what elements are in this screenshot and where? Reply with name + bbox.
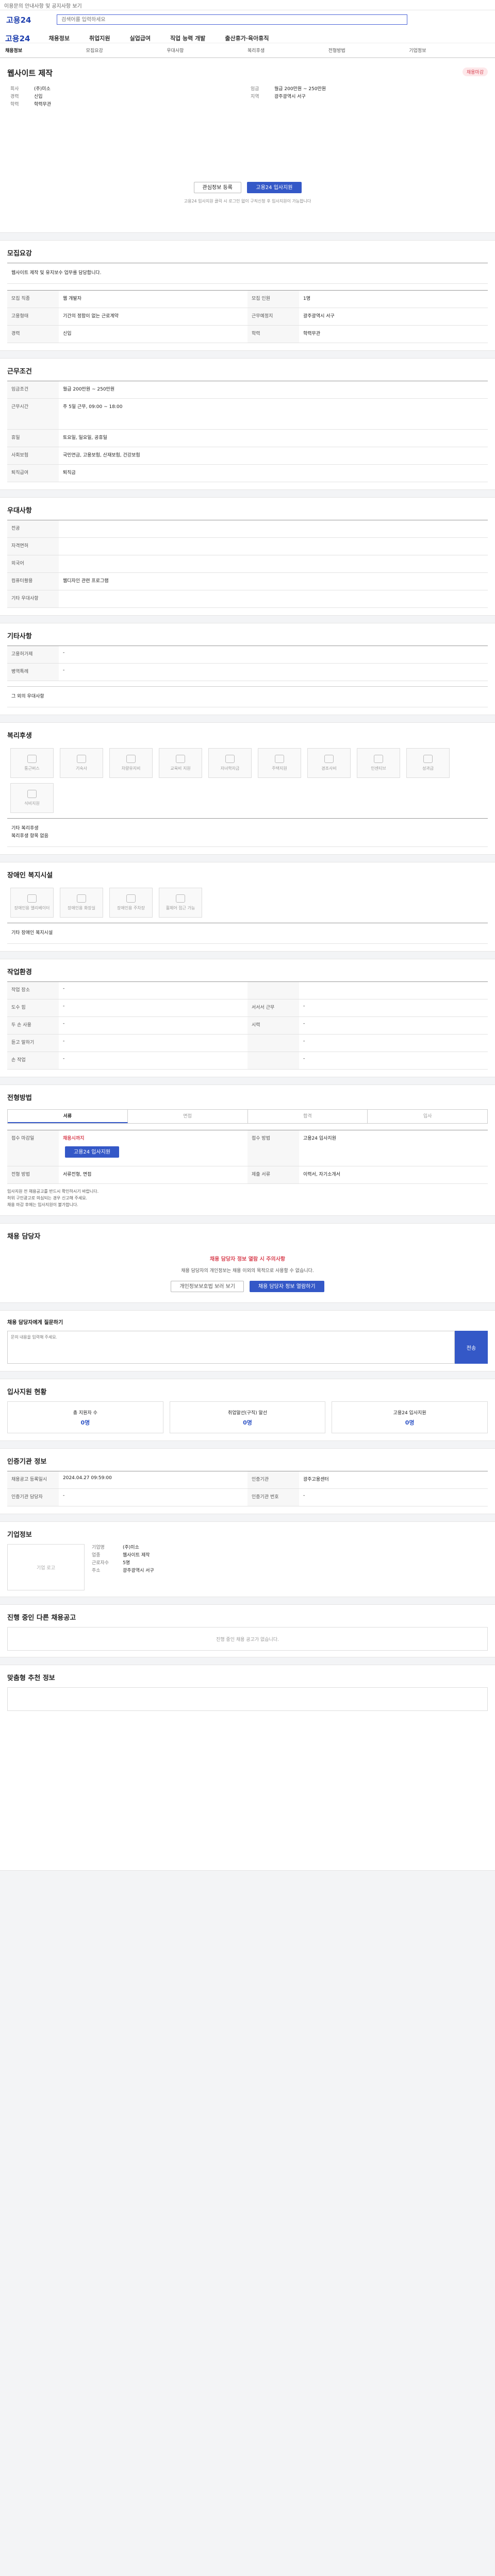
comments-section: 채용 담당자에게 질문하기 전송 — [0, 1310, 495, 1371]
nav-item-vocational-training[interactable]: 직업 능력 개발 — [170, 34, 205, 42]
car-icon: 차량유지비 — [109, 748, 153, 778]
search-input[interactable] — [57, 15, 407, 24]
job-title: 웹사이트 제작 — [7, 69, 53, 78]
parking-icon: 장애인용 주차장 — [109, 888, 153, 918]
location: 광주광역시 서구 — [274, 94, 306, 99]
nav-item-parental-leave[interactable]: 출산휴가·육아휴직 — [225, 34, 269, 42]
job-description: 웹사이트 제작 및 유지보수 업무를 담당합니다. — [7, 263, 488, 284]
education: 학력무관 — [34, 102, 52, 107]
meal-icon: 식비지원 — [10, 783, 54, 813]
tab-job-info[interactable]: 채용정보 — [5, 47, 86, 54]
disabled-section: 장애인 복지시설 장애인용 엘리베이터 장애인용 화장실 장애인용 주차장 휠체… — [0, 862, 495, 952]
process-steps: 서류 면접 합격 입사 — [7, 1109, 488, 1124]
status-badge: 채용마감 — [462, 67, 488, 76]
tab-preference[interactable]: 우대사항 — [167, 47, 248, 54]
process-apply-button[interactable]: 고용24 입사지원 — [65, 1146, 120, 1158]
welfare-extra: 기타 복리후생 복리후생 항목 없음 — [7, 818, 488, 847]
env-section: 작업환경 작업 장소 - 도수 힘 - 서서서 근무 - 두 손 사용 - 시력 - 듣고 말… — [0, 959, 495, 1077]
job-summary: 웹사이트 제작 채용마감 회사 (주)미소 경력 신입 학력 학력무관 임금 월급 20… — [0, 58, 495, 233]
section-title: 채용 담당자 — [7, 1233, 41, 1241]
section-title: 복리후생 — [7, 732, 32, 740]
recruit-table: 모집 직종 웹 개발자 모집 인원 1명 고용형태 기간의 정함이 없는 근로계약 근무예… — [7, 290, 488, 343]
similar-section: 맞춤형 추천 정보 — [0, 1665, 495, 1871]
nav-logo[interactable]: 고용24 — [5, 33, 30, 44]
education-icon: 교육비 지원 — [159, 748, 202, 778]
site-logo[interactable]: 고용24 — [6, 14, 31, 25]
contact-warning: 채용 담당자 정보 열람 시 주의사항 — [209, 1257, 286, 1262]
section-title: 맞춤형 추천 정보 — [7, 1674, 55, 1682]
salary: 월급 200만원 ~ 250만원 — [274, 87, 326, 92]
step-interview: 면접 — [128, 1110, 248, 1123]
etc-section: 기타사항 고용허가제 - 병역특례 - 그 외의 우대사항 — [0, 623, 495, 715]
contact-section: 채용 담당자 채용 담당자 정보 열람 시 주의사항 채용 담당자의 개인정보는… — [0, 1223, 495, 1303]
section-title: 채용 담당자에게 질문하기 — [7, 1320, 63, 1326]
top-notice-bar: 이용문의 안내사항 및 공지사항 보기 — [0, 0, 495, 10]
view-contact-button[interactable]: 채용 담당자 정보 열람하기 — [249, 1281, 324, 1292]
top-notice-text[interactable]: 이용문의 안내사항 및 공지사항 보기 — [4, 4, 82, 9]
other-jobs-section: 진행 중인 다른 채용공고 진행 중인 채용 공고가 없습니다. — [0, 1604, 495, 1657]
apply-note: 고용24 입사지원 클릭 시 로그인 없이 구직신청 후 입사지원이 가능합니다 — [184, 199, 311, 204]
section-tabs: 채용정보 모집요강 우대사항 복리후생 전형방법 기업정보 — [0, 43, 495, 58]
job-actions: 관심정보 등록 고용24 입사지원 고용24 입사지원 클릭 시 로그인 없이 … — [0, 182, 495, 204]
section-title: 입사지원 현황 — [7, 1388, 47, 1396]
dorm-icon: 기숙사 — [60, 748, 103, 778]
section-title: 기업정보 — [7, 1531, 32, 1539]
question-input[interactable] — [7, 1331, 455, 1364]
scholarship-icon: 자녀학자금 — [208, 748, 252, 778]
section-title: 근무조건 — [7, 368, 32, 376]
search-bar — [57, 14, 407, 25]
section-title: 기타사항 — [7, 633, 32, 640]
welfare-icons: 통근버스 기숙사 차량유지비 교육비 지원 자녀학자금 주택지원 경조사비 인센… — [0, 745, 495, 818]
tab-welfare[interactable]: 복리후생 — [248, 47, 328, 54]
toilet-icon: 장애인용 화장실 — [60, 888, 103, 918]
nav-item-unemployment-benefit[interactable]: 실업급여 — [129, 34, 150, 42]
bookmark-button[interactable]: 관심정보 등록 — [193, 182, 241, 193]
work-section: 근무조건 임금조건 월급 200만원 ~ 250만원 근무시간 주 5일 근무, 0… — [0, 358, 495, 490]
apply-button[interactable]: 고용24 입사지원 — [247, 182, 302, 193]
section-title: 진행 중인 다른 채용공고 — [7, 1614, 76, 1622]
tab-company[interactable]: 기업정보 — [409, 47, 490, 54]
preference-section: 우대사항 전공 자격면허 외국어 컴퓨터활용 웹디자인 관련 프로그램 기타 우대… — [0, 497, 495, 616]
gift-icon: 경조사비 — [307, 748, 351, 778]
stat-online: 고용24 입사지원 0명 — [332, 1401, 488, 1433]
bus-icon: 통근버스 — [10, 748, 54, 778]
house-icon: 주택지원 — [258, 748, 301, 778]
wheelchair-icon: 휠체어 접근 가능 — [159, 888, 202, 918]
global-nav: 고용24 채용정보 취업지원 실업급여 직업 능력 개발 출산휴가·육아휴직 — [0, 33, 495, 43]
process-notes: 입사지원 전 채용공고를 반드시 확인하시기 바랍니다. 허위 구인광고로 의심… — [7, 1189, 99, 1207]
tab-recruit[interactable]: 모집요강 — [86, 47, 167, 54]
bonus-icon: 성과급 — [406, 748, 450, 778]
privacy-law-button[interactable]: 개인정보보호법 보러 보기 — [171, 1281, 244, 1292]
recruit-section: 모집요강 웹사이트 제작 및 유지보수 업무를 담당합니다. 모집 직종 웹 개발… — [0, 240, 495, 351]
stat-total: 총 지원자 수 0명 — [7, 1401, 163, 1433]
nav-item-jobs[interactable]: 채용정보 — [48, 34, 69, 42]
section-title: 우대사항 — [7, 507, 32, 515]
elevator-icon: 장애인용 엘리베이터 — [10, 888, 54, 918]
section-title: 인증기관 정보 — [7, 1458, 47, 1466]
section-title: 전형방법 — [7, 1094, 32, 1102]
tab-process[interactable]: 전형방법 — [328, 47, 409, 54]
section-title: 작업환경 — [7, 969, 32, 976]
step-pass: 합격 — [248, 1110, 368, 1123]
nav-item-employment-support[interactable]: 취업지원 — [89, 34, 110, 42]
header: 고용24 고용24 채용정보 취업지원 실업급여 직업 능력 개발 출산휴가·육… — [0, 10, 495, 43]
institution-section: 인증기관 정보 채용공고 등록일시 2024.04.27 09:59:00 인증기관… — [0, 1448, 495, 1514]
company-logo: 기업 로고 — [7, 1544, 85, 1590]
section-title: 장애인 복지시설 — [7, 872, 53, 879]
stat-referral: 취업알선(구직) 알선 0명 — [169, 1401, 326, 1433]
welfare-section: 복리후생 통근버스 기숙사 차량유지비 교육비 지원 자녀학자금 주택지원 경조… — [0, 722, 495, 855]
empty-state: 진행 중인 채용 공고가 없습니다. — [7, 1627, 488, 1651]
company-section: 기업정보 기업 로고 기업명 (주)미소 업종 웹사이트 제작 근로자수 5명 주소 광… — [0, 1521, 495, 1597]
step-documents: 서류 — [8, 1110, 128, 1123]
similar-list — [7, 1687, 488, 1711]
incentive-icon: 인센티브 — [357, 748, 400, 778]
send-button[interactable]: 전송 — [455, 1331, 488, 1364]
work-table: 임금조건 월급 200만원 ~ 250만원 근무시간 주 5일 근무, 09:00 … — [7, 381, 488, 482]
section-title: 모집요강 — [7, 250, 32, 258]
process-section: 전형방법 서류 면접 합격 입사 접수 마감일 채용시까지 고용24 입사지원 접수 … — [0, 1084, 495, 1216]
stats-section: 입사지원 현황 총 지원자 수 0명 취업알선(구직) 알선 0명 고용24 입사지… — [0, 1379, 495, 1441]
career: 신입 — [34, 94, 43, 99]
company-name: (주)미소 — [34, 87, 51, 92]
step-hire: 입사 — [423, 1114, 432, 1119]
